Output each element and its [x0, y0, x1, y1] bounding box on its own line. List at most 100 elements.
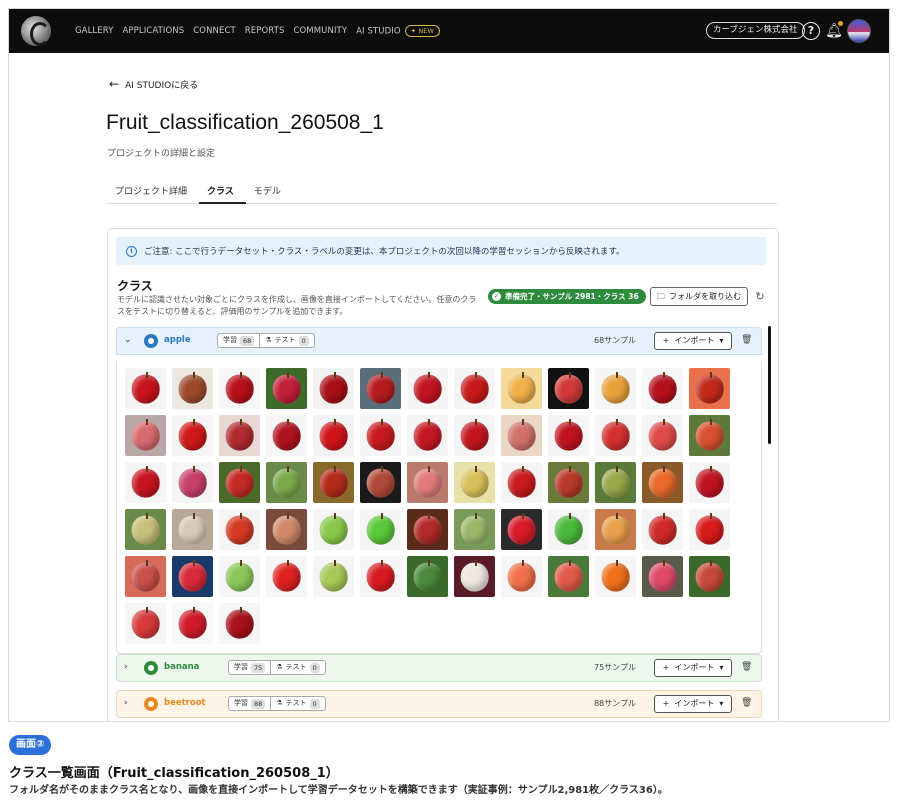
- apple-thumbnail[interactable]: [360, 509, 401, 550]
- apple-thumbnail[interactable]: [595, 415, 636, 456]
- train-segment[interactable]: 学習 88: [229, 697, 270, 710]
- apple-thumbnail[interactable]: [548, 509, 589, 550]
- apple-thumbnail[interactable]: [548, 556, 589, 597]
- nav-ai-studio[interactable]: AI STUDIO ✦ NEW: [356, 25, 441, 37]
- apple-thumbnail[interactable]: [125, 368, 166, 409]
- scrollbar[interactable]: [768, 326, 771, 444]
- apple-thumbnail[interactable]: [313, 368, 354, 409]
- apple-thumbnail[interactable]: [219, 415, 260, 456]
- apple-thumbnail[interactable]: [172, 603, 213, 644]
- apple-thumbnail[interactable]: [360, 462, 401, 503]
- train-test-toggle[interactable]: 学習 75 ⚗ テスト 0: [228, 660, 326, 675]
- apple-thumbnail[interactable]: [407, 368, 448, 409]
- chevron-right-icon[interactable]: ›: [124, 662, 128, 672]
- apple-thumbnail[interactable]: [642, 556, 683, 597]
- apple-thumbnail[interactable]: [689, 462, 730, 503]
- test-segment[interactable]: ⚗ テスト 0: [270, 661, 324, 674]
- back-link[interactable]: ← AI STUDIOに戻る: [109, 77, 198, 91]
- nav-applications[interactable]: APPLICATIONS: [123, 26, 185, 36]
- nav-gallery[interactable]: GALLERY: [75, 26, 114, 36]
- apple-thumbnail[interactable]: [313, 556, 354, 597]
- apple-thumbnail[interactable]: [454, 509, 495, 550]
- apple-thumbnail[interactable]: [595, 556, 636, 597]
- apple-thumbnail[interactable]: [360, 556, 401, 597]
- user-avatar[interactable]: [847, 19, 871, 43]
- apple-thumbnail[interactable]: [360, 368, 401, 409]
- apple-thumbnail[interactable]: [689, 368, 730, 409]
- apple-thumbnail[interactable]: [219, 603, 260, 644]
- apple-thumbnail[interactable]: [595, 509, 636, 550]
- apple-thumbnail[interactable]: [407, 415, 448, 456]
- help-circle-icon[interactable]: ?: [802, 22, 820, 40]
- import-folder-button[interactable]: 🗀 フォルダを取り込む: [650, 287, 748, 306]
- apple-thumbnail[interactable]: [407, 556, 448, 597]
- apple-thumbnail[interactable]: [125, 509, 166, 550]
- chevron-right-icon[interactable]: ›: [124, 698, 128, 708]
- class-row-banana[interactable]: › banana 学習 75 ⚗ テスト 0 75サンプル + インポート ▾ 🗑︎: [116, 654, 762, 682]
- apple-thumbnail[interactable]: [219, 462, 260, 503]
- apple-thumbnail[interactable]: [454, 556, 495, 597]
- test-segment[interactable]: ⚗ テスト 0: [270, 697, 324, 710]
- apple-thumbnail[interactable]: [125, 603, 166, 644]
- apple-thumbnail[interactable]: [407, 462, 448, 503]
- apple-thumbnail[interactable]: [266, 368, 307, 409]
- apple-thumbnail[interactable]: [266, 556, 307, 597]
- train-test-toggle[interactable]: 学習 88 ⚗ テスト 0: [228, 696, 326, 711]
- trash-icon[interactable]: 🗑︎: [741, 698, 752, 708]
- trash-icon[interactable]: 🗑︎: [741, 335, 752, 345]
- brand-logo[interactable]: [21, 16, 51, 46]
- apple-thumbnail[interactable]: [172, 509, 213, 550]
- nav-community[interactable]: COMMUNITY: [293, 26, 347, 36]
- apple-thumbnail[interactable]: [642, 462, 683, 503]
- apple-thumbnail[interactable]: [219, 556, 260, 597]
- apple-thumbnail[interactable]: [501, 368, 542, 409]
- apple-thumbnail[interactable]: [313, 509, 354, 550]
- import-button[interactable]: + インポート ▾: [654, 695, 732, 713]
- apple-thumbnail[interactable]: [501, 509, 542, 550]
- import-button[interactable]: + インポート ▾: [654, 659, 732, 677]
- apple-thumbnail[interactable]: [501, 415, 542, 456]
- apple-thumbnail[interactable]: [689, 415, 730, 456]
- nav-connect[interactable]: CONNECT: [193, 26, 236, 36]
- train-test-toggle[interactable]: 学習 68 ⚗ テスト 0: [217, 333, 315, 348]
- apple-thumbnail[interactable]: [125, 462, 166, 503]
- apple-thumbnail[interactable]: [595, 368, 636, 409]
- apple-thumbnail[interactable]: [501, 462, 542, 503]
- tab-project-details[interactable]: プロジェクト詳細: [107, 180, 199, 204]
- apple-thumbnail[interactable]: [454, 462, 495, 503]
- apple-thumbnail[interactable]: [642, 415, 683, 456]
- tab-classes[interactable]: クラス: [199, 180, 246, 204]
- apple-thumbnail[interactable]: [548, 368, 589, 409]
- apple-thumbnail[interactable]: [172, 462, 213, 503]
- apple-thumbnail[interactable]: [266, 415, 307, 456]
- apple-thumbnail[interactable]: [313, 462, 354, 503]
- train-segment[interactable]: 学習 68: [218, 334, 259, 347]
- nav-reports[interactable]: REPORTS: [245, 26, 285, 36]
- import-button[interactable]: + インポート ▾: [654, 332, 732, 350]
- apple-thumbnail[interactable]: [125, 556, 166, 597]
- apple-thumbnail[interactable]: [689, 509, 730, 550]
- apple-thumbnail[interactable]: [360, 415, 401, 456]
- apple-thumbnail[interactable]: [689, 556, 730, 597]
- apple-thumbnail[interactable]: [501, 556, 542, 597]
- tab-model[interactable]: モデル: [246, 180, 293, 204]
- apple-thumbnail[interactable]: [219, 509, 260, 550]
- apple-thumbnail[interactable]: [172, 556, 213, 597]
- class-row-beetroot[interactable]: › beetroot 学習 88 ⚗ テスト 0 88サンプル + インポート ▾ 🗑︎: [116, 690, 762, 718]
- apple-thumbnail[interactable]: [642, 368, 683, 409]
- apple-thumbnail[interactable]: [548, 462, 589, 503]
- train-segment[interactable]: 学習 75: [229, 661, 270, 674]
- class-row-apple[interactable]: ⌄ apple 学習 68 ⚗ テスト 0 68サンプル + インポート ▾ 🗑︎: [116, 327, 762, 355]
- apple-thumbnail[interactable]: [266, 509, 307, 550]
- apple-thumbnail[interactable]: [219, 368, 260, 409]
- apple-thumbnail[interactable]: [407, 509, 448, 550]
- apple-thumbnail[interactable]: [548, 415, 589, 456]
- apple-thumbnail[interactable]: [172, 415, 213, 456]
- test-segment[interactable]: ⚗ テスト 0: [259, 334, 313, 347]
- apple-thumbnail[interactable]: [454, 368, 495, 409]
- trash-icon[interactable]: 🗑︎: [741, 662, 752, 672]
- apple-thumbnail[interactable]: [266, 462, 307, 503]
- chevron-down-icon[interactable]: ⌄: [124, 335, 132, 345]
- apple-thumbnail[interactable]: [454, 415, 495, 456]
- refresh-icon[interactable]: ↻: [752, 287, 768, 306]
